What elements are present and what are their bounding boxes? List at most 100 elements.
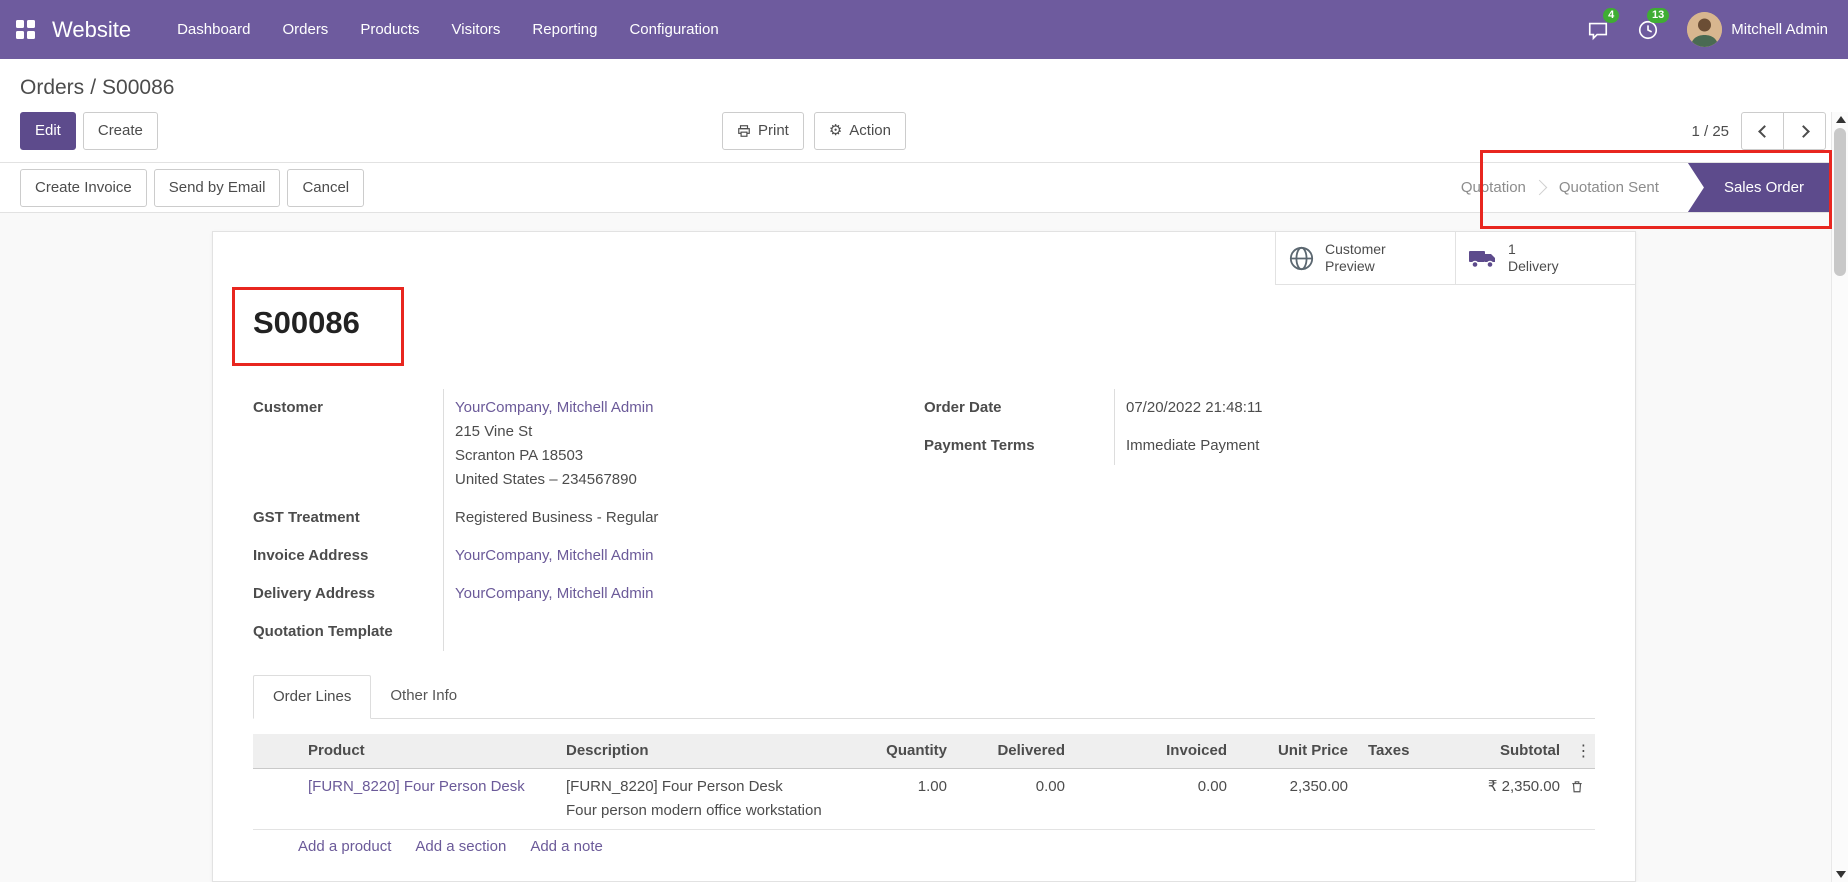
send-by-email-button[interactable]: Send by Email — [154, 169, 281, 207]
delivery-smart-button[interactable]: 1 Delivery — [1455, 232, 1635, 285]
stage-quotation[interactable]: Quotation — [1444, 179, 1543, 196]
nav-item-reporting[interactable]: Reporting — [516, 0, 613, 59]
scrollbar-down-arrow-icon[interactable] — [1836, 871, 1846, 878]
customer-address-line: United States – 234567890 — [455, 468, 924, 492]
globe-icon — [1288, 245, 1315, 272]
customer-field: YourCompany, Mitchell Admin 215 Vine St … — [443, 389, 924, 499]
action-button[interactable]: ⚙ Action — [814, 112, 906, 150]
breadcrumb-separator: / — [90, 76, 96, 99]
form-sheet: Customer Preview 1 Delivery — [212, 231, 1636, 882]
truck-icon — [1468, 246, 1498, 270]
unit-price-column-header: Unit Price — [1237, 734, 1358, 768]
delivery-count: 1 — [1508, 241, 1559, 258]
order-date-value: 07/20/2022 21:48:11 — [1114, 389, 1595, 427]
stage-sales-order-active[interactable]: Sales Order — [1688, 163, 1830, 212]
activities-button[interactable]: 13 — [1623, 0, 1673, 59]
subtotal-column-header: Subtotal — [1438, 734, 1570, 768]
subtotal-cell: ₹ 2,350.00 — [1438, 769, 1570, 829]
delivered-cell: 0.00 — [957, 769, 1075, 829]
unit-price-cell: 2,350.00 — [1237, 769, 1358, 829]
nav-item-dashboard[interactable]: Dashboard — [161, 0, 266, 59]
add-a-section-link[interactable]: Add a section — [415, 838, 506, 855]
nav-item-products[interactable]: Products — [344, 0, 435, 59]
scrollbar-up-arrow-icon[interactable] — [1836, 116, 1846, 123]
row-handle[interactable] — [253, 769, 298, 829]
breadcrumb-current: S00086 — [102, 76, 174, 99]
customer-link[interactable]: YourCompany, Mitchell Admin — [455, 399, 653, 416]
taxes-column-header: Taxes — [1358, 734, 1438, 768]
stage-quotation-sent[interactable]: Quotation Sent — [1542, 179, 1676, 196]
invoiced-column-header: Invoiced — [1075, 734, 1237, 768]
description-cell: [FURN_8220] Four Person Desk Four person… — [556, 769, 854, 829]
order-title: S00086 — [253, 305, 1595, 341]
field-groups: Customer YourCompany, Mitchell Admin 215… — [253, 389, 1595, 651]
breadcrumb-parent[interactable]: Orders — [20, 76, 84, 99]
right-field-group: Order Date 07/20/2022 21:48:11 Payment T… — [924, 389, 1595, 651]
pager-next-button[interactable] — [1783, 112, 1826, 150]
description-column-header: Description — [556, 734, 854, 768]
print-button[interactable]: Print — [722, 112, 804, 150]
breadcrumb: Orders / S00086 — [0, 59, 1848, 106]
product-link[interactable]: [FURN_8220] Four Person Desk — [308, 778, 525, 795]
scrollbar-thumb[interactable] — [1834, 128, 1846, 276]
delivery-address-label: Delivery Address — [253, 575, 443, 613]
handle-column-header — [253, 734, 298, 768]
apps-grid-icon[interactable] — [16, 20, 36, 40]
customer-address-line: 215 Vine St — [455, 420, 924, 444]
user-avatar[interactable] — [1687, 12, 1722, 47]
delete-row-button[interactable] — [1570, 769, 1597, 829]
pager-previous-button[interactable] — [1741, 112, 1784, 150]
invoiced-cell: 0.00 — [1075, 769, 1237, 829]
invoice-address-field: YourCompany, Mitchell Admin — [443, 537, 924, 575]
nav-item-configuration[interactable]: Configuration — [613, 0, 734, 59]
create-invoice-button[interactable]: Create Invoice — [20, 169, 147, 207]
nav-item-orders[interactable]: Orders — [266, 0, 344, 59]
statusbar: Create Invoice Send by Email Cancel Quot… — [0, 162, 1848, 213]
customer-address-line: Scranton PA 18503 — [455, 444, 924, 468]
quantity-column-header: Quantity — [854, 734, 957, 768]
delivered-column-header: Delivered — [957, 734, 1075, 768]
order-line-row[interactable]: [FURN_8220] Four Person Desk [FURN_8220]… — [253, 769, 1595, 830]
gst-treatment-value: Registered Business - Regular — [443, 499, 924, 537]
product-cell: [FURN_8220] Four Person Desk — [298, 769, 556, 829]
control-panel: Edit Create Print ⚙ Action 1 / 25 — [0, 106, 1848, 160]
kebab-icon[interactable]: ⋮ — [1570, 734, 1597, 768]
customer-label: Customer — [253, 389, 443, 499]
customer-preview-button[interactable]: Customer Preview — [1275, 232, 1455, 285]
form-view-container: Customer Preview 1 Delivery — [0, 213, 1848, 882]
nav-item-visitors[interactable]: Visitors — [436, 0, 517, 59]
gst-treatment-label: GST Treatment — [253, 499, 443, 537]
order-lines-table: Product Description Quantity Delivered I… — [253, 734, 1595, 869]
add-a-note-link[interactable]: Add a note — [530, 838, 603, 855]
taxes-cell — [1358, 769, 1438, 829]
app-brand[interactable]: Website — [52, 17, 131, 43]
cancel-button[interactable]: Cancel — [287, 169, 364, 207]
add-a-product-link[interactable]: Add a product — [298, 838, 391, 855]
stat-button-box: Customer Preview 1 Delivery — [253, 232, 1635, 285]
gear-icon: ⚙ — [829, 124, 842, 138]
edit-button[interactable]: Edit — [20, 112, 76, 150]
tab-order-lines[interactable]: Order Lines — [253, 675, 371, 719]
quotation-template-value — [443, 613, 924, 651]
vertical-scrollbar[interactable] — [1831, 112, 1848, 882]
delivery-address-field: YourCompany, Mitchell Admin — [443, 575, 924, 613]
messages-badge: 4 — [1603, 8, 1619, 23]
tab-other-info[interactable]: Other Info — [371, 675, 476, 719]
quantity-cell: 1.00 — [854, 769, 957, 829]
payment-terms-value: Immediate Payment — [1114, 427, 1595, 465]
notebook-tabs: Order Lines Other Info — [253, 675, 1595, 719]
create-button[interactable]: Create — [83, 112, 158, 150]
left-field-group: Customer YourCompany, Mitchell Admin 215… — [253, 389, 924, 651]
payment-terms-label: Payment Terms — [924, 427, 1114, 465]
activities-badge: 13 — [1647, 8, 1669, 23]
invoice-address-label: Invoice Address — [253, 537, 443, 575]
invoice-address-link[interactable]: YourCompany, Mitchell Admin — [455, 547, 653, 564]
order-lines-header-row: Product Description Quantity Delivered I… — [253, 734, 1595, 769]
user-name[interactable]: Mitchell Admin — [1731, 21, 1848, 38]
messages-button[interactable]: 4 — [1573, 0, 1623, 59]
delivery-address-link[interactable]: YourCompany, Mitchell Admin — [455, 585, 653, 602]
order-lines-footer: Add a product Add a section Add a note — [253, 830, 1595, 869]
order-date-label: Order Date — [924, 389, 1114, 427]
pager-value: 1 / 25 — [1691, 123, 1729, 140]
chevron-left-icon — [1758, 125, 1771, 138]
